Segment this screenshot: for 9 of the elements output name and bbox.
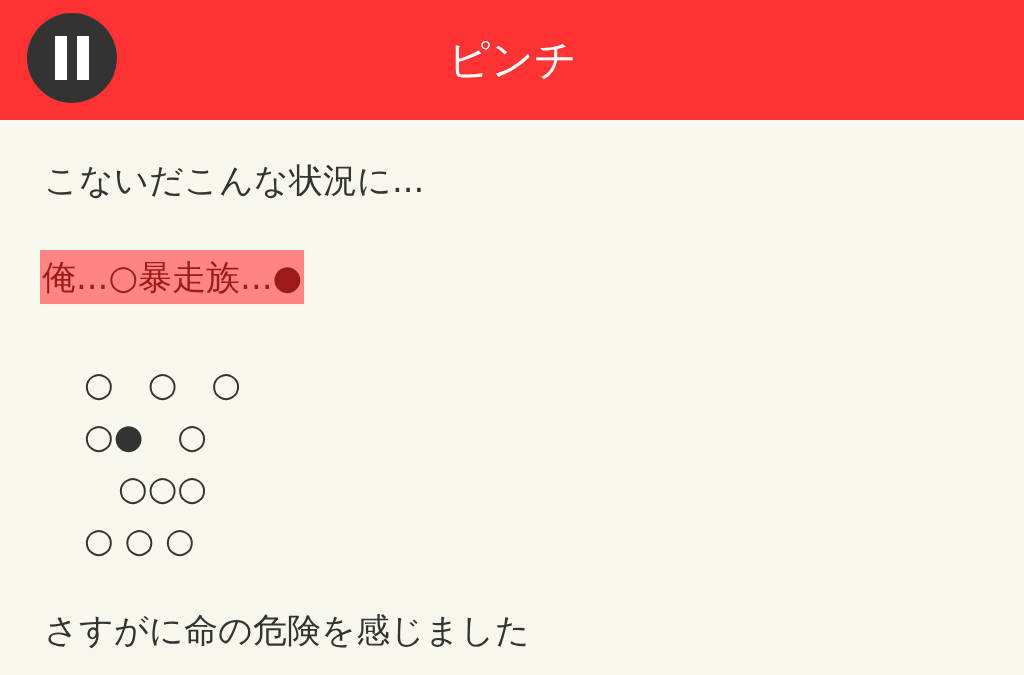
circle-diagram-line: ○ ○ ○	[84, 519, 196, 562]
circle-diagram-line: ○○○	[117, 467, 208, 510]
header-title: ピンチ	[447, 34, 577, 86]
highlighted-text: 俺...○暴走族...●	[40, 250, 305, 304]
circle-diagram-line: ○ ○ ○	[84, 363, 242, 406]
circle-diagram-line: ○● ○	[84, 415, 208, 458]
paragraph: さすがに命の危険を感じました	[44, 609, 531, 652]
pause-icon	[52, 36, 92, 80]
paragraph: こないだこんな状況に...	[44, 159, 426, 202]
